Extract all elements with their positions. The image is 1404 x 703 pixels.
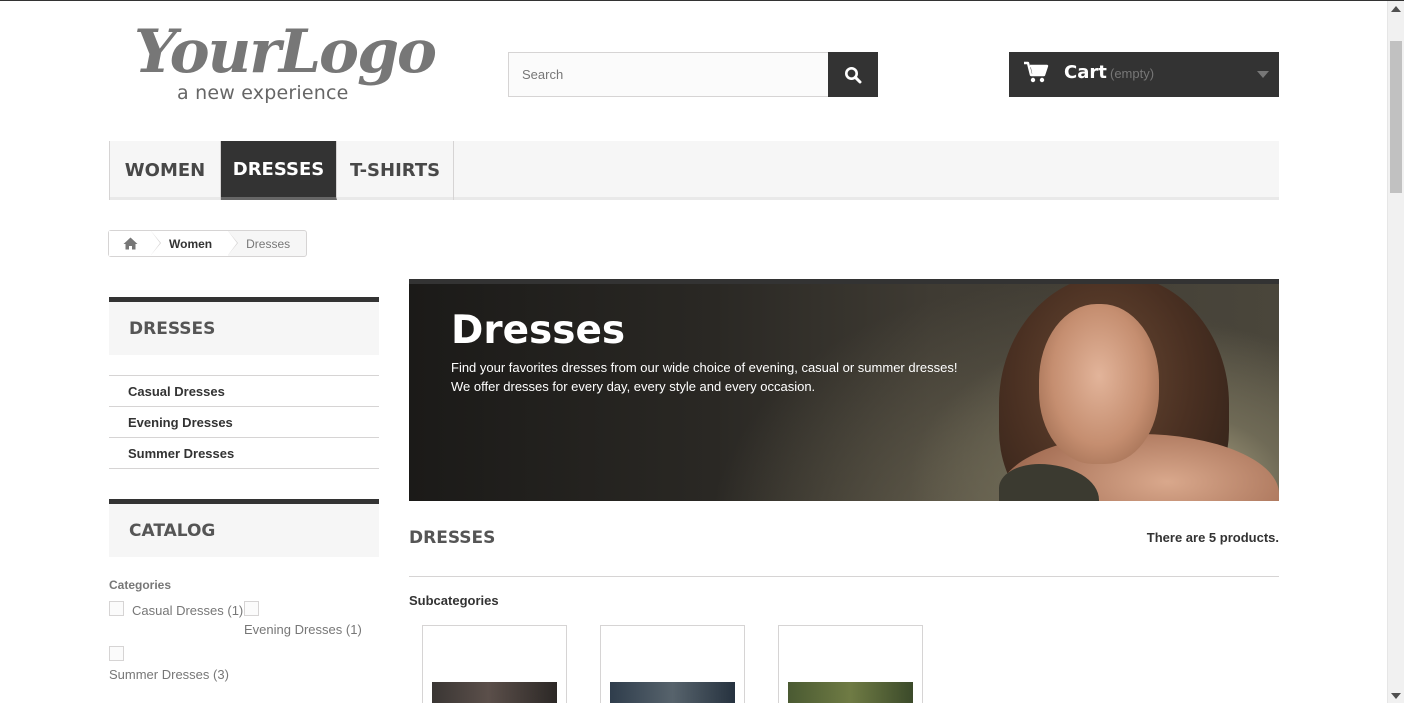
search-button[interactable] bbox=[828, 52, 878, 97]
scroll-up-arrow-icon[interactable] bbox=[1391, 6, 1401, 12]
banner-title: Dresses bbox=[451, 308, 626, 353]
filter-label-evening[interactable]: Evening Dresses (1) bbox=[244, 622, 362, 637]
filter-checkbox-evening[interactable] bbox=[244, 601, 259, 616]
breadcrumb-separator bbox=[228, 231, 238, 255]
subcategory-evening-tile[interactable] bbox=[600, 625, 745, 703]
banner-description-line-1: Find your favorites dresses from our wid… bbox=[451, 360, 958, 375]
tab-dresses[interactable]: DRESSES bbox=[221, 141, 337, 200]
main-menu: WOMEN DRESSES T-SHIRTS bbox=[109, 141, 1279, 200]
filter-checkbox-summer[interactable] bbox=[109, 646, 124, 661]
home-icon bbox=[123, 237, 137, 250]
breadcrumb-current: Dresses bbox=[228, 231, 306, 256]
search-input[interactable] bbox=[509, 53, 829, 96]
tab-women[interactable]: WOMEN bbox=[109, 141, 221, 200]
breadcrumb-women-label: Women bbox=[169, 236, 213, 251]
cart-status: (empty) bbox=[1110, 66, 1155, 81]
search-box bbox=[508, 52, 878, 97]
page-scrollbar[interactable] bbox=[1387, 1, 1404, 703]
breadcrumb-current-label: Dresses bbox=[246, 236, 291, 251]
cart-label: Cart bbox=[1064, 62, 1107, 83]
banner-description-line-2: We offer dresses for every day, every st… bbox=[451, 379, 816, 394]
scrollbar-thumb[interactable] bbox=[1390, 41, 1402, 193]
breadcrumb-home[interactable] bbox=[109, 231, 161, 256]
breadcrumb: Women Dresses bbox=[108, 230, 308, 257]
category-list: Casual Dresses Evening Dresses Summer Dr… bbox=[109, 375, 379, 469]
subcategory-summer-tile[interactable] bbox=[778, 625, 923, 703]
site-logo[interactable]: YourLogo a new experience bbox=[134, 17, 437, 105]
filter-checkbox-casual[interactable] bbox=[109, 601, 124, 616]
page-heading: DRESSES bbox=[409, 528, 496, 548]
scroll-down-arrow-icon[interactable] bbox=[1391, 693, 1401, 699]
chevron-down-icon bbox=[1257, 71, 1269, 78]
breadcrumb-separator bbox=[151, 231, 160, 255]
subcategory-casual-tile[interactable] bbox=[422, 625, 567, 703]
banner-model-face bbox=[1039, 304, 1159, 464]
category-banner: Dresses Find your favorites dresses from… bbox=[409, 279, 1279, 501]
breadcrumb-women[interactable]: Women bbox=[151, 231, 239, 256]
category-item-summer[interactable]: Summer Dresses bbox=[109, 438, 379, 469]
product-count: There are 5 products. bbox=[1146, 530, 1279, 545]
subcategory-evening-image[interactable] bbox=[610, 682, 735, 703]
subcategories-title: Subcategories bbox=[409, 593, 499, 608]
category-item-casual[interactable]: Casual Dresses bbox=[109, 376, 379, 407]
filter-group-title: Categories bbox=[109, 578, 172, 592]
filter-label-summer[interactable]: Summer Dresses (3) bbox=[109, 667, 229, 682]
search-icon bbox=[845, 66, 862, 83]
category-block-title: DRESSES bbox=[109, 297, 379, 355]
heading-divider bbox=[409, 576, 1279, 577]
tab-t-shirts[interactable]: T-SHIRTS bbox=[337, 141, 454, 200]
logo-script: YourLogo bbox=[134, 17, 437, 87]
cart-button[interactable]: Cart (empty) bbox=[1009, 52, 1279, 97]
catalog-block-title: CATALOG bbox=[109, 499, 379, 557]
category-item-evening[interactable]: Evening Dresses bbox=[109, 407, 379, 438]
logo-tagline: a new experience bbox=[177, 82, 349, 104]
subcategory-summer-image[interactable] bbox=[788, 682, 913, 703]
subcategory-casual-image[interactable] bbox=[432, 682, 557, 703]
filter-label-casual[interactable]: Casual Dresses (1) bbox=[132, 603, 243, 618]
cart-icon bbox=[1024, 61, 1049, 83]
